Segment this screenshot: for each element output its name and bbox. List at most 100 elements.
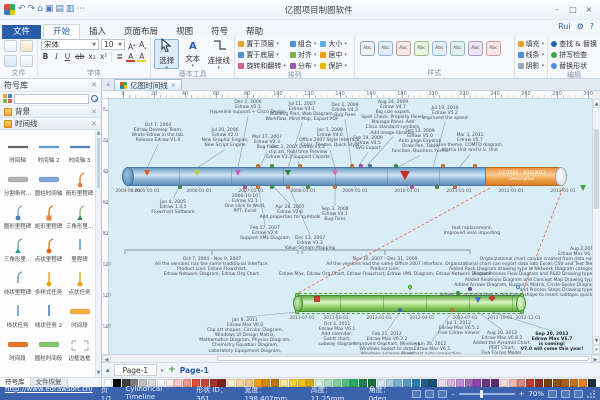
- gear-icon[interactable]: ⚙: [577, 22, 584, 31]
- milestone-dot[interactable]: [178, 185, 182, 189]
- arrange-组合[interactable]: 组合▾: [290, 39, 317, 48]
- palette-color[interactable]: [491, 379, 499, 387]
- font-style-button-1[interactable]: I: [52, 52, 61, 62]
- symbol-时间段[interactable]: 时间段: [64, 297, 95, 330]
- view-fit-icon[interactable]: [425, 390, 434, 398]
- edit-拼写检查[interactable]: 拼写检查: [551, 50, 597, 59]
- zoom-slider[interactable]: [459, 393, 515, 395]
- style-swatch-0[interactable]: Abc: [360, 41, 375, 56]
- milestone-dot[interactable]: [306, 185, 310, 189]
- style-swatch-1[interactable]: Abc: [378, 41, 393, 56]
- timeline-annotation[interactable]: Jun 1, 2008Edraw V4.0Office 2007 Style I…: [299, 128, 361, 148]
- redo-icon[interactable]: ↷: [28, 4, 36, 14]
- milestone-dot[interactable]: [333, 185, 337, 189]
- drawing-canvas[interactable]: 020406080100120140 1/7/2011 - 1/10/2013D…: [102, 99, 600, 354]
- milestone-dot[interactable]: [286, 185, 290, 189]
- palette-color[interactable]: [447, 379, 455, 387]
- style-swatch-6[interactable]: Abc: [468, 41, 483, 56]
- bracket-caption[interactable]: Oct 7, 2004 - Nov 9, 2007All the version…: [155, 257, 269, 277]
- milestone-dot[interactable]: [270, 164, 274, 168]
- vertical-scrollbar[interactable]: ▲ ▼▾: [592, 99, 600, 354]
- bracket-caption[interactable]: Nov 10, 2007 - Dec 31, 2009All the versi…: [279, 257, 491, 277]
- tab-页面布局[interactable]: 页面布局: [115, 25, 167, 39]
- timeline-annotation[interactable]: Oct 7, 2004Edraw Develop Team,Wrote Edra…: [132, 123, 185, 143]
- milestone-dot[interactable]: [394, 164, 398, 168]
- fit-width-icon[interactable]: [548, 390, 557, 398]
- symbol-里程碑[interactable]: 里程碑: [64, 231, 95, 264]
- symbol-圆柱时间段[interactable]: 圆柱时间段: [33, 330, 64, 363]
- symbol-时间轴[interactable]: 时间轴: [2, 132, 33, 165]
- symbol-三角形里...[interactable]: 三角形里...: [2, 231, 33, 264]
- magnifier-icon[interactable]: [574, 390, 583, 398]
- selection-handle[interactable]: [408, 285, 412, 289]
- print-icon[interactable]: ▥: [66, 4, 75, 14]
- collapse-pagebar-icon[interactable]: ▴: [106, 366, 110, 374]
- font-color-icon[interactable]: A: [126, 52, 135, 62]
- copy-icon[interactable]: [20, 55, 33, 67]
- document-tab[interactable]: 亿图时间线 ✕: [114, 79, 182, 90]
- symbol-多样式任务[interactable]: 多样式任务: [33, 264, 64, 297]
- task-dot-marker[interactable]: [456, 291, 460, 295]
- tab-文件[interactable]: 文件: [2, 25, 41, 39]
- milestone-dot[interactable]: [473, 164, 477, 168]
- milestone-dot[interactable]: [435, 185, 439, 189]
- symbol-search-input[interactable]: [14, 94, 89, 104]
- palette-color[interactable]: [570, 379, 578, 387]
- timeline-annotation[interactable]: Jul 11, 2007Edraw V3.1Building Plan, Web…: [265, 102, 338, 122]
- overflow-icon[interactable]: ⋯: [76, 4, 85, 14]
- section-close-icon[interactable]: ✕: [91, 108, 97, 116]
- task-square-marker[interactable]: [314, 296, 320, 302]
- fls-线条[interactable]: 线条▾: [518, 50, 545, 59]
- add-page-icon[interactable]: +: [168, 365, 176, 375]
- font-size-select[interactable]: 10▼: [101, 39, 125, 50]
- paste-icon[interactable]: [4, 55, 17, 67]
- timeline-annotation[interactable]: Jul 19, 2010Edraw V5.2Improved the speed: [422, 106, 467, 121]
- font-style-button-4[interactable]: x₂: [87, 52, 96, 62]
- timeline-annotation[interactable]: Dec 1, 2008Edraw V4.3Bug Fixes: [331, 103, 358, 118]
- palette-color[interactable]: [421, 379, 429, 387]
- timeline-annotation[interactable]: Oct 3, 2011Edraw Max V6.1Add calendar,Ga…: [318, 322, 355, 347]
- statusbar-link[interactable]: http://www.edrawsoft.cn/: [5, 385, 93, 400]
- tab-视图[interactable]: 视图: [167, 25, 202, 39]
- milestone-dot[interactable]: [441, 164, 445, 168]
- arrange-保护[interactable]: 保护▾: [320, 61, 347, 70]
- palette-color[interactable]: [509, 379, 517, 387]
- style-swatch-5[interactable]: Abc: [450, 41, 465, 56]
- timeline-annotation[interactable]: Jun 20, 2012Edraw Max V6.5Flowchart auto…: [401, 342, 462, 354]
- tool-连接线[interactable]: 连接线▾: [206, 39, 231, 69]
- arrange-对齐[interactable]: 对齐▾: [290, 50, 317, 59]
- timeline-annotation[interactable]: Mar 3, 2011Edraw V5.7Line theme, COMTD d…: [437, 133, 504, 153]
- page-tab[interactable]: Page-1: [114, 364, 158, 376]
- arrange-居中[interactable]: 居中▾: [320, 50, 347, 59]
- view-normal-icon[interactable]: [412, 390, 421, 398]
- sidebar-scrollbar[interactable]: ▲▼: [95, 130, 101, 377]
- library-menu-icon[interactable]: [3, 94, 12, 103]
- grow-font-icon[interactable]: A▴: [127, 40, 136, 50]
- bullet-list-icon[interactable]: ≣: [115, 52, 124, 62]
- milestone-dot[interactable]: [270, 185, 274, 189]
- palette-color[interactable]: [526, 379, 534, 387]
- timeline-annotation[interactable]: Feb 17, 2007Edraw V2.4Support XML Diagra…: [240, 226, 289, 241]
- palette-color[interactable]: [544, 379, 552, 387]
- milestone-dot[interactable]: [243, 185, 247, 189]
- close-icon[interactable]: ×: [582, 4, 596, 16]
- milestone-triangle[interactable]: [332, 170, 338, 176]
- symbol-分割条时...[interactable]: 分割条时...: [2, 165, 33, 198]
- fls-填充[interactable]: 填充▾: [518, 39, 545, 48]
- selection-handle[interactable]: [295, 310, 299, 314]
- milestone-dot[interactable]: [359, 164, 363, 168]
- palette-color[interactable]: [456, 379, 464, 387]
- resize-grip[interactable]: [587, 390, 595, 398]
- home-icon[interactable]: ⌂: [37, 4, 43, 14]
- cut-icon[interactable]: [4, 40, 17, 52]
- symbol-时间轴 2[interactable]: 时间轴 2: [33, 132, 64, 165]
- symbol-点状里程碑[interactable]: 点状里程碑: [33, 231, 64, 264]
- symbol-箭形里程碑[interactable]: 箭形里程碑: [64, 165, 95, 198]
- arrange-分布[interactable]: 分布▾: [290, 61, 317, 70]
- symbol-边框选框[interactable]: 边框选框: [64, 330, 95, 363]
- timeline-annotation[interactable]: Apr 28, 2007Edraw V2.6Add properties for…: [260, 205, 321, 220]
- page-nav-icon[interactable]: ▸: [161, 367, 164, 374]
- timeline-annotation[interactable]: Sep 3, 2008Edraw V4.1Bug Fixes: [321, 207, 348, 222]
- selection-handle[interactable]: [295, 293, 299, 297]
- minimize-icon[interactable]: –: [550, 4, 564, 16]
